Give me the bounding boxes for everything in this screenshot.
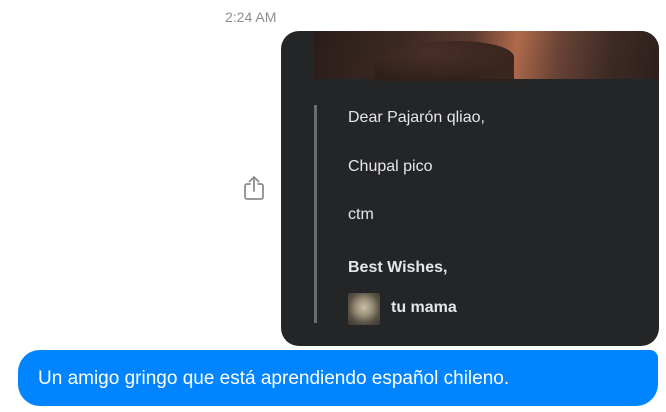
- share-icon: [244, 176, 264, 200]
- share-button[interactable]: [241, 174, 267, 202]
- message-timestamp: 2:24 AM: [225, 9, 277, 25]
- card-image-shape: [374, 41, 514, 81]
- email-body-line-1: Chupal pico: [348, 158, 433, 175]
- quote-bar: [314, 105, 317, 323]
- email-closing: Best Wishes,: [348, 259, 448, 276]
- message-text: Un amigo gringo que está aprendiendo esp…: [38, 368, 510, 389]
- card-image: [314, 31, 659, 81]
- email-body-line-2: ctm: [348, 206, 374, 223]
- message-bubble[interactable]: Un amigo gringo que está aprendiendo esp…: [18, 350, 658, 406]
- signature-name: tu mama: [391, 299, 457, 316]
- email-greeting: Dear Pajarón qliao,: [348, 109, 485, 126]
- email-preview-card[interactable]: Dear Pajarón qliao, Chupal pico ctm Best…: [281, 31, 659, 346]
- conversation-view: 2:24 AM Dear Pajarón qliao, Chupal pico …: [0, 0, 666, 412]
- signature-avatar: [348, 293, 380, 325]
